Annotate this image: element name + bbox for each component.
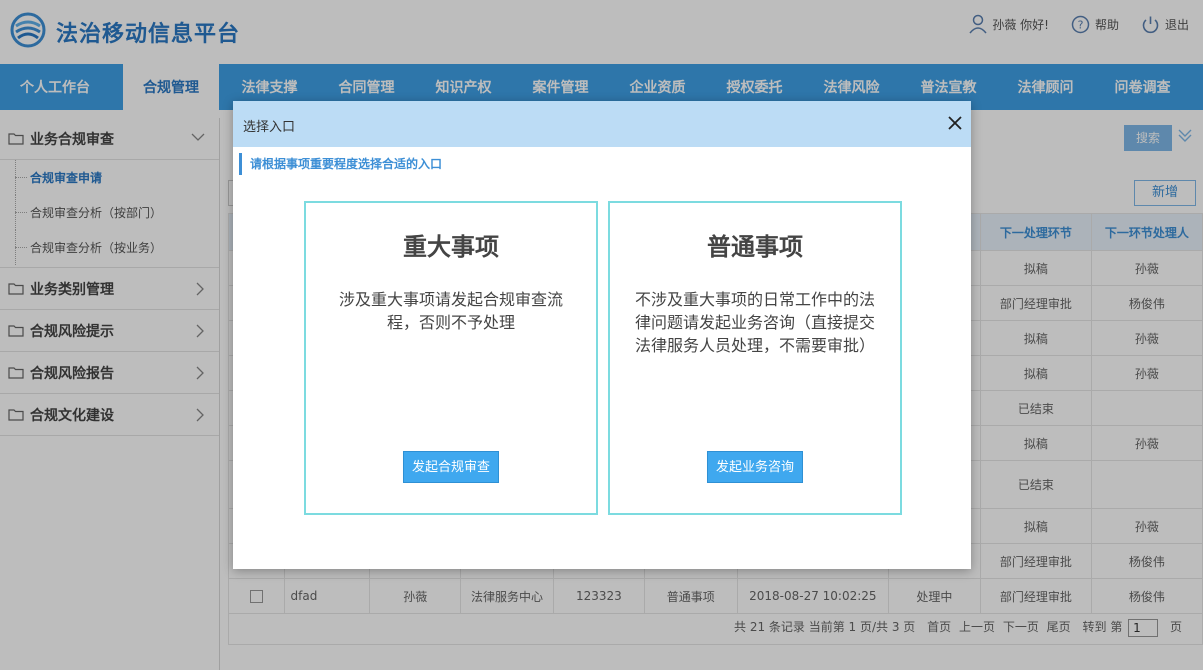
dialog-notice: 请根据事项重要程度选择合适的入口	[239, 153, 442, 175]
normal-matter-title: 普通事项	[707, 233, 803, 261]
normal-matter-card: 普通事项 不涉及重大事项的日常工作中的法律问题请发起业务咨询（直接提交法律服务人…	[608, 201, 902, 515]
major-matter-title: 重大事项	[403, 233, 499, 261]
dialog-header: 选择入口	[233, 101, 971, 147]
entry-select-dialog: 选择入口 请根据事项重要程度选择合适的入口 重大事项 涉及重大事项请发起合规审查…	[233, 101, 971, 569]
start-business-consult-button[interactable]: 发起业务咨询	[706, 451, 804, 483]
major-matter-description: 涉及重大事项请发起合规审查流程，否则不予处理	[338, 290, 563, 332]
start-compliance-review-button[interactable]: 发起合规审查	[402, 451, 500, 483]
close-icon[interactable]	[946, 114, 964, 132]
major-matter-card: 重大事项 涉及重大事项请发起合规审查流程，否则不予处理 发起合规审查	[304, 201, 598, 515]
dialog-title: 选择入口	[243, 120, 296, 135]
normal-matter-description: 不涉及重大事项的日常工作中的法律问题请发起业务咨询（直接提交法律服务人员处理，不…	[634, 290, 875, 355]
